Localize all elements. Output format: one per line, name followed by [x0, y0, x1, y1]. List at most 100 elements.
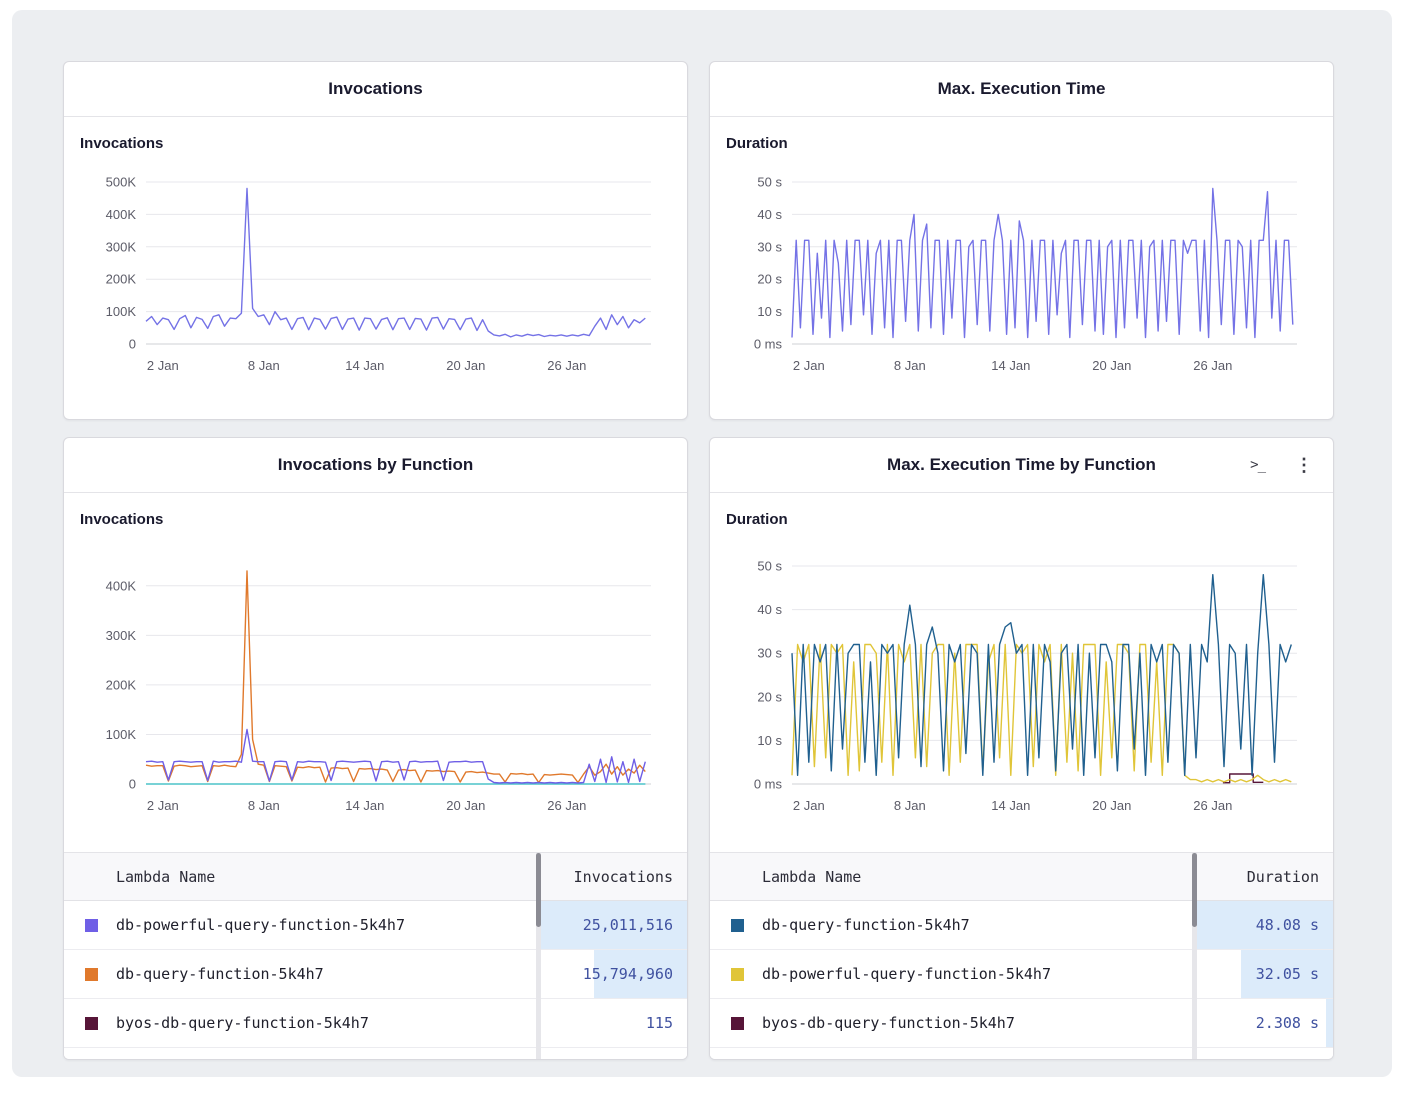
svg-text:50 s: 50 s	[757, 175, 782, 190]
column-header-lambda-name[interactable]: Lambda Name	[710, 868, 1195, 886]
svg-text:30 s: 30 s	[757, 239, 782, 254]
svg-text:8 Jan: 8 Jan	[894, 798, 926, 813]
svg-text:10 s: 10 s	[757, 733, 782, 748]
panel-body: Duration 0 ms10 s20 s30 s40 s50 s2 Jan8 …	[710, 493, 1333, 820]
svg-text:10 s: 10 s	[757, 304, 782, 319]
table-row[interactable]: byos-db-query-function-5k4h72.308 s	[710, 999, 1333, 1048]
panel-body: Invocations 0100K200K300K400K2 Jan8 Jan1…	[64, 493, 687, 820]
panel-header-actions: >_ ⋮	[1250, 438, 1313, 492]
metric-value-cell: 48.08 s	[1195, 901, 1333, 949]
svg-text:0 ms: 0 ms	[754, 337, 783, 352]
max-execution-time-by-function-table: Lambda Name Duration db-query-function-5…	[710, 852, 1333, 1059]
svg-text:2 Jan: 2 Jan	[793, 798, 825, 813]
metric-value: 115	[646, 1014, 673, 1032]
svg-text:8 Jan: 8 Jan	[248, 358, 280, 373]
column-header-duration[interactable]: Duration	[1195, 868, 1333, 886]
table-row[interactable]: db-query-function-5k4h7 15,794,960	[64, 950, 687, 999]
svg-text:0: 0	[129, 337, 136, 352]
chart-svg: 0 ms10 s20 s30 s40 s50 s2 Jan8 Jan14 Jan…	[726, 552, 1317, 820]
lambda-name: db-powerful-query-function-5k4h7	[116, 916, 539, 934]
column-header-lambda-name[interactable]: Lambda Name	[64, 868, 539, 886]
svg-text:20 Jan: 20 Jan	[446, 798, 485, 813]
svg-text:40 s: 40 s	[757, 207, 782, 222]
svg-text:14 Jan: 14 Jan	[345, 358, 384, 373]
invocations-chart: 0100K200K300K400K500K2 Jan8 Jan14 Jan20 …	[80, 168, 671, 380]
panel-invocations: Invocations Invocations 0100K200K300K400…	[63, 61, 688, 420]
table-row[interactable]: db-powerful-query-function-5k4h7 25,011,5…	[64, 901, 687, 950]
scrollbar-thumb[interactable]	[536, 853, 541, 927]
table-row[interactable]: byos-db-query-function-5k4h7 115	[64, 999, 687, 1048]
svg-text:14 Jan: 14 Jan	[345, 798, 384, 813]
metric-value-cell: 25,011,516	[539, 901, 687, 949]
panel-max-execution-time-by-function: Max. Execution Time by Function >_ ⋮ Dur…	[709, 437, 1334, 1060]
svg-text:2 Jan: 2 Jan	[147, 358, 179, 373]
svg-text:400K: 400K	[106, 578, 137, 593]
metric-value: 48.08 s	[1256, 916, 1319, 934]
svg-text:20 Jan: 20 Jan	[1092, 798, 1131, 813]
svg-text:26 Jan: 26 Jan	[1193, 358, 1232, 373]
svg-text:40 s: 40 s	[757, 602, 782, 617]
svg-text:20 Jan: 20 Jan	[1092, 358, 1131, 373]
svg-text:26 Jan: 26 Jan	[547, 798, 586, 813]
y-axis-title: Duration	[726, 511, 1317, 528]
y-axis-title: Invocations	[80, 135, 671, 152]
svg-text:500K: 500K	[106, 175, 137, 190]
panel-header: Invocations by Function	[64, 438, 687, 493]
panel-title: Invocations	[328, 79, 422, 99]
y-axis-title: Invocations	[80, 511, 671, 528]
column-resize-divider[interactable]	[536, 853, 541, 1059]
svg-text:200K: 200K	[106, 677, 137, 692]
panel-header: Max. Execution Time	[710, 62, 1333, 117]
panel-title: Invocations by Function	[278, 455, 474, 475]
lambda-name: byos-db-query-function-5k4h7	[762, 1014, 1195, 1032]
svg-text:14 Jan: 14 Jan	[991, 798, 1030, 813]
column-resize-divider[interactable]	[1192, 853, 1197, 1059]
scrollbar-thumb[interactable]	[1192, 853, 1197, 927]
svg-text:2 Jan: 2 Jan	[147, 798, 179, 813]
chart-svg: 0 ms10 s20 s30 s40 s50 s2 Jan8 Jan14 Jan…	[726, 168, 1317, 380]
panel-body: Duration 0 ms10 s20 s30 s40 s50 s2 Jan8 …	[710, 117, 1333, 380]
panel-invocations-by-function: Invocations by Function Invocations 0100…	[63, 437, 688, 1060]
max-execution-time-chart: 0 ms10 s20 s30 s40 s50 s2 Jan8 Jan14 Jan…	[726, 168, 1317, 380]
metric-value: 15,794,960	[583, 965, 673, 983]
terminal-icon[interactable]: >_	[1250, 457, 1265, 473]
metric-value-cell: 115	[539, 999, 687, 1047]
svg-text:14 Jan: 14 Jan	[991, 358, 1030, 373]
svg-text:200K: 200K	[106, 272, 137, 287]
invocations-by-function-chart: 0100K200K300K400K2 Jan8 Jan14 Jan20 Jan2…	[80, 552, 671, 820]
svg-text:0 ms: 0 ms	[754, 777, 783, 792]
svg-text:8 Jan: 8 Jan	[894, 358, 926, 373]
svg-text:26 Jan: 26 Jan	[547, 358, 586, 373]
chart-svg: 0100K200K300K400K2 Jan8 Jan14 Jan20 Jan2…	[80, 552, 671, 820]
table-row[interactable]: db-powerful-query-function-5k4h732.05 s	[710, 950, 1333, 999]
series-color-swatch	[731, 1017, 744, 1030]
svg-text:20 s: 20 s	[757, 689, 782, 704]
table-row-partial	[710, 1048, 1333, 1059]
panel-body: Invocations 0100K200K300K400K500K2 Jan8 …	[64, 117, 687, 380]
column-header-invocations[interactable]: Invocations	[539, 868, 687, 886]
series-color-swatch	[85, 919, 98, 932]
table-row-partial	[64, 1048, 687, 1059]
table-rows: db-query-function-5k4h7 48.08 s db-powerfu…	[710, 901, 1333, 1059]
svg-text:300K: 300K	[106, 628, 137, 643]
dashboard-canvas: Invocations Invocations 0100K200K300K400…	[12, 10, 1392, 1077]
max-execution-time-by-function-chart: 0 ms10 s20 s30 s40 s50 s2 Jan8 Jan14 Jan…	[726, 552, 1317, 820]
panel-title: Max. Execution Time by Function	[887, 455, 1156, 475]
panel-title: Max. Execution Time	[938, 79, 1106, 99]
lambda-name: db-query-function-5k4h7	[762, 916, 1195, 934]
panel-header: Max. Execution Time by Function >_ ⋮	[710, 438, 1333, 493]
kebab-menu-icon[interactable]: ⋮	[1295, 455, 1313, 476]
panel-header: Invocations	[64, 62, 687, 117]
svg-text:20 Jan: 20 Jan	[446, 358, 485, 373]
svg-text:300K: 300K	[106, 239, 137, 254]
table-row[interactable]: db-query-function-5k4h7 48.08 s	[710, 901, 1333, 950]
svg-text:0: 0	[129, 777, 136, 792]
lambda-name: db-powerful-query-function-5k4h7	[762, 965, 1195, 983]
invocations-by-function-table: Lambda Name Invocations db-powerful-quer…	[64, 852, 687, 1059]
metric-value: 25,011,516	[583, 916, 673, 934]
lambda-name: byos-db-query-function-5k4h7	[116, 1014, 539, 1032]
lambda-name: db-query-function-5k4h7	[116, 965, 539, 983]
svg-text:50 s: 50 s	[757, 559, 782, 574]
svg-text:26 Jan: 26 Jan	[1193, 798, 1232, 813]
table-rows: db-powerful-query-function-5k4h7 25,011,5…	[64, 901, 687, 1059]
